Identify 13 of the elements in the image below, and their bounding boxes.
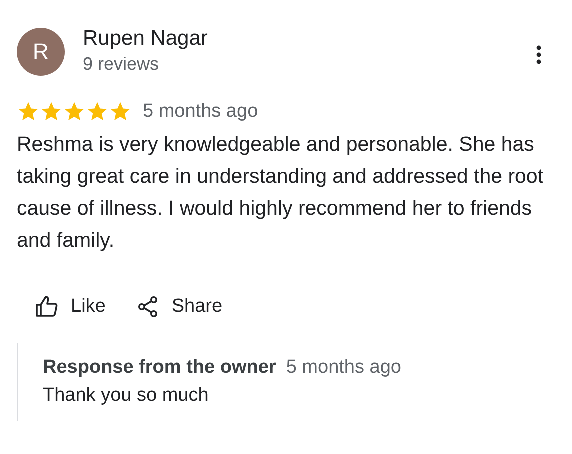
response-time: 5 months ago xyxy=(286,357,402,379)
like-button[interactable]: Like xyxy=(35,287,106,327)
reviewer-name[interactable]: Rupen Nagar xyxy=(83,26,536,52)
response-title: Response from the owner xyxy=(43,357,276,379)
response-text: Thank you so much xyxy=(43,385,210,407)
share-button[interactable]: Share xyxy=(136,287,223,327)
thumbs-up-icon xyxy=(35,295,59,319)
more-options-icon[interactable] xyxy=(536,45,542,65)
review-time: 5 months ago xyxy=(143,100,258,122)
avatar: R xyxy=(17,28,65,76)
review-text: Reshma is very knowledgeable and personable. She has taking great care in understanding and addressed the root cause of illness. I would highly recommend her to friends and family. xyxy=(17,132,545,254)
share-icon xyxy=(136,295,160,319)
review-count: 9 reviews xyxy=(83,53,160,76)
